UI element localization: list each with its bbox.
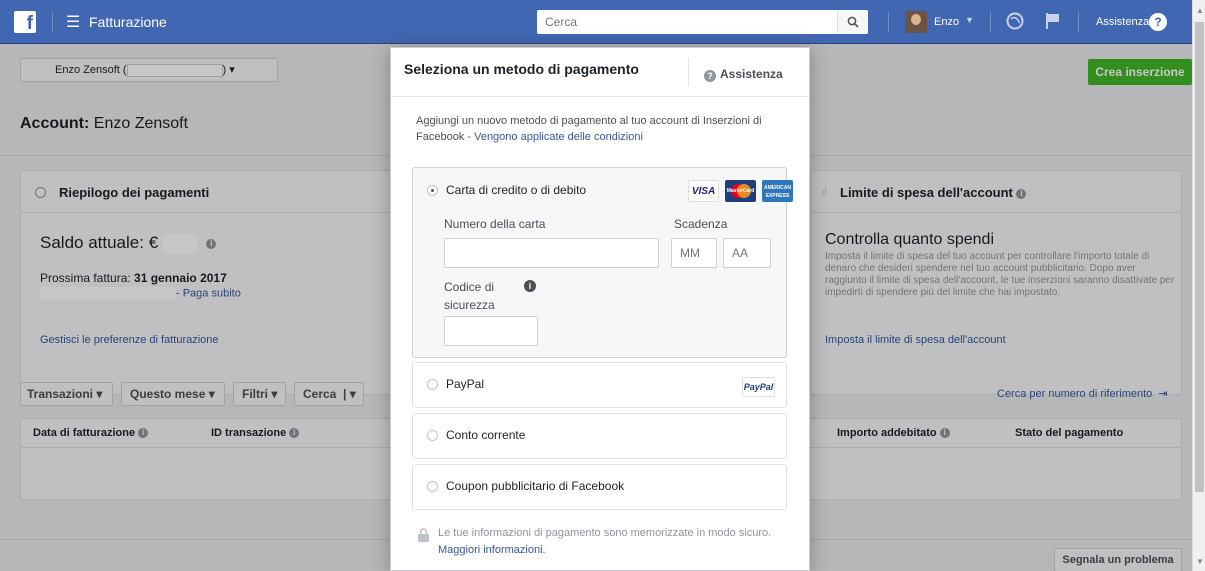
help-question-icon[interactable]: ? bbox=[1149, 13, 1167, 31]
scroll-down-arrow-icon[interactable]: ▼ bbox=[1196, 557, 1204, 566]
page-scrollbar[interactable]: ▲ ▼ bbox=[1192, 0, 1205, 571]
facebook-logo-icon[interactable]: f bbox=[14, 11, 36, 33]
user-avatar[interactable] bbox=[905, 11, 927, 33]
user-name[interactable]: Enzo bbox=[934, 16, 959, 28]
card-number-label: Numero della carta bbox=[444, 217, 546, 231]
billing-page: f ☰ Fatturazione Enzo ▼ Assistenza ? Enz… bbox=[0, 0, 1205, 571]
mastercard-logo-icon: MasterCard bbox=[725, 180, 756, 202]
option-label: PayPal bbox=[446, 377, 485, 391]
security-code-label-line-1: Codice di bbox=[444, 280, 495, 294]
dialog-help-label: Assistenza bbox=[720, 67, 783, 81]
more-info-link[interactable]: Maggiori informazioni. bbox=[438, 544, 546, 556]
topbar-separator bbox=[1078, 12, 1079, 32]
payment-method-dialog: Seleziona un metodo di pagamento ? Assist… bbox=[390, 47, 810, 571]
mastercard-logo-text: MasterCard bbox=[726, 188, 755, 194]
option-bank-account[interactable]: Conto corrente bbox=[412, 413, 787, 459]
notifications-globe-icon[interactable] bbox=[1006, 12, 1024, 30]
expiry-label: Scadenza bbox=[674, 217, 728, 231]
security-code-info-icon[interactable]: i bbox=[524, 280, 536, 292]
dialog-title: Seleziona un metodo di pagamento bbox=[404, 61, 639, 77]
amex-logo-icon: AMERICAN EXPRESS bbox=[762, 180, 793, 202]
dialog-header: Seleziona un metodo di pagamento ? Assist… bbox=[391, 48, 809, 97]
dialog-intro: Aggiungi un nuovo metodo di pagamento al… bbox=[416, 113, 791, 145]
option-paypal[interactable]: PayPal PayPal bbox=[412, 362, 787, 408]
secure-info-text: Le tue informazioni di pagamento sono me… bbox=[438, 527, 772, 539]
topbar-separator bbox=[990, 12, 991, 32]
top-search[interactable] bbox=[537, 10, 868, 34]
radio-bank-account[interactable] bbox=[427, 430, 438, 441]
terms-link[interactable]: Vengono applicate delle condizioni bbox=[474, 131, 643, 143]
option-facebook-coupon[interactable]: Coupon pubblicitario di Facebook bbox=[412, 464, 787, 510]
security-code-label: Codice di sicurezza bbox=[444, 278, 495, 314]
paypal-logo-icon: PayPal bbox=[742, 377, 775, 397]
header-separator bbox=[688, 58, 689, 86]
radio-paypal[interactable] bbox=[427, 379, 438, 390]
topbar-separator bbox=[888, 12, 889, 32]
expiry-month-input[interactable] bbox=[671, 238, 717, 268]
top-search-input[interactable] bbox=[537, 10, 837, 34]
option-credit-card[interactable]: Carta di credito o di debito VISA Master… bbox=[412, 167, 793, 358]
scrollbar-thumb[interactable] bbox=[1195, 22, 1204, 492]
option-label: Coupon pubblicitario di Facebook bbox=[446, 479, 625, 493]
search-button[interactable] bbox=[837, 10, 868, 34]
radio-facebook-coupon[interactable] bbox=[427, 481, 438, 492]
expiry-year-input[interactable] bbox=[723, 238, 771, 268]
search-icon bbox=[847, 16, 859, 28]
user-menu-caret-icon[interactable]: ▼ bbox=[965, 15, 974, 25]
flag-icon[interactable] bbox=[1045, 12, 1061, 30]
lock-icon bbox=[418, 528, 429, 542]
visa-logo-icon: VISA bbox=[688, 180, 719, 202]
scroll-up-arrow-icon[interactable]: ▲ bbox=[1196, 6, 1204, 15]
secure-info-text-block: Le tue informazioni di pagamento sono me… bbox=[438, 525, 798, 559]
card-number-input[interactable] bbox=[444, 238, 659, 268]
app-title: Fatturazione bbox=[89, 14, 167, 30]
security-code-input[interactable] bbox=[444, 316, 538, 346]
option-label: Conto corrente bbox=[446, 428, 526, 442]
option-label: Carta di credito o di debito bbox=[446, 183, 587, 197]
hamburger-menu-icon[interactable]: ☰ bbox=[66, 12, 80, 32]
dialog-help-link[interactable]: ? Assistenza bbox=[704, 67, 783, 82]
help-question-icon: ? bbox=[704, 70, 716, 82]
help-link[interactable]: Assistenza bbox=[1096, 16, 1149, 28]
radio-credit-card[interactable] bbox=[427, 185, 438, 196]
topbar-separator bbox=[52, 12, 53, 32]
security-code-label-line-2: sicurezza bbox=[444, 298, 495, 312]
top-navigation-bar: f ☰ Fatturazione Enzo ▼ Assistenza ? bbox=[0, 0, 1192, 44]
